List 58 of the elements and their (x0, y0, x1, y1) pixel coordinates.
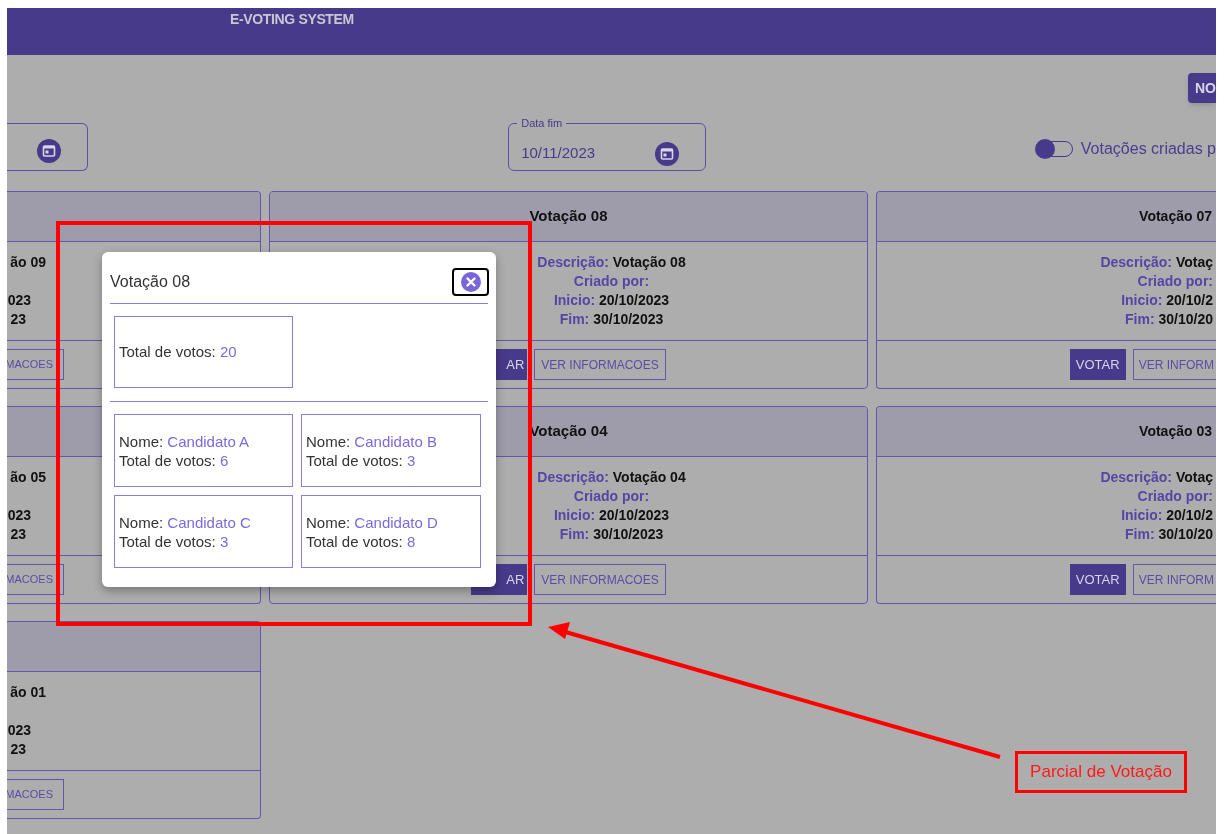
card-text: 023 (7, 291, 31, 310)
card-text: 23 (10, 310, 26, 329)
candidate-name: Nome: Candidato A (119, 431, 251, 451)
card-text: 23 (10, 740, 26, 759)
info-button[interactable]: MACOES (7, 564, 64, 595)
field-value: 10/11/2023 (521, 142, 596, 163)
card-field: Descrição: Votaç (1100, 468, 1213, 487)
card-field: Inicio: 20/10/2023 (553, 506, 670, 525)
card-field: Inicio: 20/10/2 (1121, 506, 1213, 525)
new-button[interactable]: NO (1188, 73, 1216, 103)
card-title: Votação 07 (1139, 207, 1213, 226)
card-text: 23 (10, 525, 26, 544)
card-title: Votação 04 (529, 421, 608, 442)
card-field: Fim: 30/10/2023 (559, 310, 664, 329)
card-field: Inicio: 20/10/2023 (553, 291, 670, 310)
card-title: Votação 03 (1139, 422, 1213, 441)
vote-button[interactable]: VOTAR (1069, 564, 1126, 595)
calendar-icon[interactable] (655, 142, 680, 166)
candidate-votes: Total de votos: 6 (119, 450, 230, 470)
vote-button[interactable]: VOTAR (1069, 349, 1126, 380)
info-button[interactable]: VER INFORMACOES (534, 564, 666, 595)
card-field: Criado por: (573, 487, 650, 506)
info-button[interactable]: MACOES (7, 779, 64, 810)
field-label: Data fim (517, 116, 567, 130)
info-button[interactable]: VER INFORM (1132, 564, 1216, 595)
toggle-label: Votações criadas p (1080, 139, 1216, 159)
card-field: Criado por: (1137, 272, 1213, 291)
card-field: Descrição: Votação 04 (537, 468, 686, 487)
total-votes: Total de votos: 20 (119, 341, 237, 362)
calendar-icon[interactable] (37, 139, 61, 163)
candidate-votes: Total de votos: 3 (306, 450, 417, 470)
card-field: Fim: 30/10/2023 (559, 525, 664, 544)
info-button[interactable]: VER INFORM (1132, 349, 1216, 380)
callout-label: Parcial de Votação (1015, 751, 1187, 793)
candidate-votes: Total de votos: 3 (119, 531, 230, 551)
modal-title: Votação 08 (110, 271, 191, 292)
card-field: Fim: 30/10/20 (1125, 310, 1213, 329)
card-text: 023 (7, 721, 31, 740)
card-text: ão 05 (10, 468, 46, 487)
card-field: Criado por: (1137, 487, 1213, 506)
close-button[interactable] (452, 267, 489, 296)
card-field: Descrição: Votaç (1100, 253, 1213, 272)
info-button[interactable]: MACOES (7, 349, 64, 380)
card-field: Inicio: 20/10/2 (1121, 291, 1213, 310)
card-field: Fim: 30/10/20 (1125, 525, 1213, 544)
card-text: ão 01 (10, 683, 46, 702)
candidate-name: Nome: Candidato B (306, 431, 438, 451)
card-field: Criado por: (573, 272, 650, 291)
card-text: 023 (7, 506, 31, 525)
card-field: Descrição: Votação 08 (537, 253, 686, 272)
card-title: Votação 08 (529, 206, 608, 227)
info-button[interactable]: VER INFORMACOES (534, 349, 666, 380)
app-title: E-VOTING SYSTEM (230, 10, 354, 29)
date-field[interactable] (7, 123, 89, 171)
candidate-name: Nome: Candidato D (306, 512, 439, 532)
candidate-name: Nome: Candidato C (119, 512, 252, 532)
card-text: ão 09 (10, 253, 46, 272)
candidate-votes: Total de votos: 8 (306, 531, 417, 551)
